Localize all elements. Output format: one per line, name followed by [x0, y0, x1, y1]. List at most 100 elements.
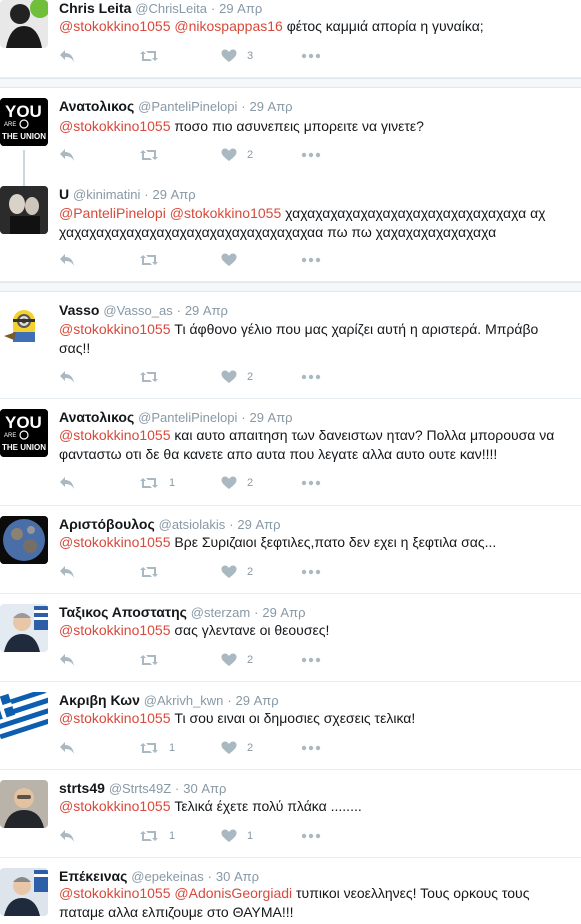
like-button[interactable]: 2 — [221, 474, 253, 492]
mention-link[interactable]: @stokokkino1055 — [59, 18, 171, 34]
like-button[interactable]: 3 — [221, 47, 253, 65]
user-name[interactable]: Ανατολικος — [59, 409, 134, 425]
retweet-button[interactable] — [139, 651, 169, 669]
tweet-date[interactable]: 29 Απρ — [249, 410, 292, 425]
like-button[interactable]: 2 — [221, 739, 253, 757]
user-name[interactable]: Αριστόβουλος — [59, 516, 155, 532]
user-handle[interactable]: @Strts49Z — [109, 781, 171, 796]
retweet-button[interactable]: 1 — [139, 739, 175, 757]
retweet-button[interactable]: 1 — [139, 474, 175, 492]
user-name[interactable]: Ανατολικος — [59, 98, 134, 114]
tweet[interactable]: U @kinimatini · 29 Απρ @PanteliPinelopi … — [0, 178, 581, 282]
like-button[interactable]: 2 — [221, 368, 253, 386]
tweet-date[interactable]: 29 Απρ — [185, 303, 228, 318]
retweet-button[interactable] — [139, 47, 169, 65]
tweet-date[interactable]: 30 Απρ — [183, 781, 226, 796]
more-button[interactable] — [301, 368, 321, 386]
tweet[interactable]: Αριστόβουλος @atsiolakis · 29 Απρ @stoko… — [0, 506, 581, 594]
tweet[interactable]: Επέκεινας @epekeinas · 30 Απρ @stokokkin… — [0, 858, 581, 924]
mention-link[interactable]: @PanteliPinelopi — [59, 205, 166, 221]
like-button[interactable]: 2 — [221, 146, 253, 164]
mention-link[interactable]: @stokokkino1055 — [59, 534, 171, 550]
avatar[interactable] — [0, 0, 48, 48]
user-handle[interactable]: @sterzam — [191, 605, 250, 620]
reply-button[interactable] — [59, 368, 75, 386]
more-button[interactable] — [301, 739, 321, 757]
retweet-button[interactable] — [139, 251, 169, 269]
tweet-date[interactable]: 29 Απρ — [249, 99, 292, 114]
reply-button[interactable] — [59, 739, 75, 757]
more-button[interactable] — [301, 651, 321, 669]
mention-link[interactable]: @stokokkino1055 — [59, 710, 171, 726]
avatar[interactable] — [0, 604, 48, 652]
retweet-button[interactable] — [139, 368, 169, 386]
mention-link[interactable]: @stokokkino1055 — [59, 798, 171, 814]
tweet-date[interactable]: 29 Απρ — [153, 187, 196, 202]
tweet[interactable]: YOU ARE THE UNION Ανατολικος @PanteliPinel… — [0, 399, 581, 506]
user-name[interactable]: Επέκεινας — [59, 868, 127, 884]
mention-link[interactable]: @stokokkino1055 — [59, 427, 171, 443]
tweet[interactable]: strts49 @Strts49Z · 30 Απρ @stokokkino10… — [0, 770, 581, 858]
tweet-date[interactable]: 29 Απρ — [219, 1, 262, 16]
tweet-date[interactable]: 30 Απρ — [216, 869, 259, 884]
user-handle[interactable]: @kinimatini — [73, 187, 140, 202]
tweet[interactable]: Ταξικος Αποστατης @sterzam · 29 Απρ @sto… — [0, 594, 581, 682]
retweet-button[interactable]: 1 — [139, 827, 175, 845]
more-button[interactable] — [301, 251, 321, 269]
avatar[interactable]: YOU ARE THE UNION — [0, 409, 48, 457]
more-button[interactable] — [301, 563, 321, 581]
user-name[interactable]: Chris Leita — [59, 0, 131, 16]
retweet-button[interactable] — [139, 146, 169, 164]
avatar[interactable] — [0, 780, 48, 828]
more-button[interactable] — [301, 474, 321, 492]
more-button[interactable] — [301, 146, 321, 164]
avatar[interactable] — [0, 516, 48, 564]
tweet-date[interactable]: 29 Απρ — [237, 517, 280, 532]
user-handle[interactable]: @ChrisLeita — [135, 1, 207, 16]
tweet-date[interactable]: 29 Απρ — [236, 693, 279, 708]
mention-link[interactable]: @stokokkino1055 — [59, 622, 171, 638]
mention-link[interactable]: @nikospappas16 — [174, 18, 282, 34]
like-button[interactable]: 1 — [221, 827, 253, 845]
like-button[interactable]: 2 — [221, 563, 253, 581]
user-name[interactable]: Vasso — [59, 302, 99, 318]
user-handle[interactable]: @Vasso_as — [103, 303, 172, 318]
reply-button[interactable] — [59, 827, 75, 845]
avatar[interactable] — [0, 868, 48, 916]
more-button[interactable] — [301, 827, 321, 845]
reply-button[interactable] — [59, 563, 75, 581]
user-handle[interactable]: @PanteliPinelopi — [138, 410, 237, 425]
avatar[interactable] — [0, 302, 48, 350]
user-handle[interactable]: @atsiolakis — [159, 517, 226, 532]
mention-link[interactable]: @stokokkino1055 — [170, 205, 282, 221]
more-button[interactable] — [301, 47, 321, 65]
tweet-date[interactable]: 29 Απρ — [262, 605, 305, 620]
user-handle[interactable]: @PanteliPinelopi — [138, 99, 237, 114]
mention-link[interactable]: @stokokkino1055 — [59, 321, 171, 337]
user-name[interactable]: U — [59, 186, 69, 202]
retweet-button[interactable] — [139, 563, 169, 581]
user-handle[interactable]: @epekeinas — [131, 869, 203, 884]
tweet[interactable]: Chris Leita @ChrisLeita · 29 Απρ @stokok… — [0, 0, 581, 78]
tweet[interactable]: Vasso @Vasso_as · 29 Απρ @stokokkino1055… — [0, 292, 581, 399]
mention-link[interactable]: @stokokkino1055 — [59, 118, 171, 134]
avatar[interactable]: YOU ARE THE UNION — [0, 98, 48, 146]
user-name[interactable]: Ακριβη Κων — [59, 692, 140, 708]
user-handle[interactable]: @Akrivh_kwn — [144, 693, 224, 708]
user-name[interactable]: strts49 — [59, 780, 105, 796]
user-name[interactable]: Ταξικος Αποστατης — [59, 604, 187, 620]
reply-button[interactable] — [59, 47, 75, 65]
avatar[interactable] — [0, 692, 48, 740]
union-logo-bottom: THE UNION — [2, 443, 46, 452]
like-button[interactable] — [221, 251, 247, 269]
reply-button[interactable] — [59, 474, 75, 492]
reply-button[interactable] — [59, 146, 75, 164]
avatar[interactable] — [0, 186, 48, 234]
tweet[interactable]: Ακριβη Κων @Akrivh_kwn · 29 Απρ @stokokk… — [0, 682, 581, 770]
mention-link[interactable]: @stokokkino1055 — [59, 885, 171, 901]
reply-button[interactable] — [59, 651, 75, 669]
mention-link[interactable]: @AdonisGeorgiadi — [174, 885, 292, 901]
reply-button[interactable] — [59, 251, 75, 269]
tweet[interactable]: YOU ARE THE UNION Ανατολικος @PanteliPinel… — [0, 88, 581, 186]
like-button[interactable]: 2 — [221, 651, 253, 669]
